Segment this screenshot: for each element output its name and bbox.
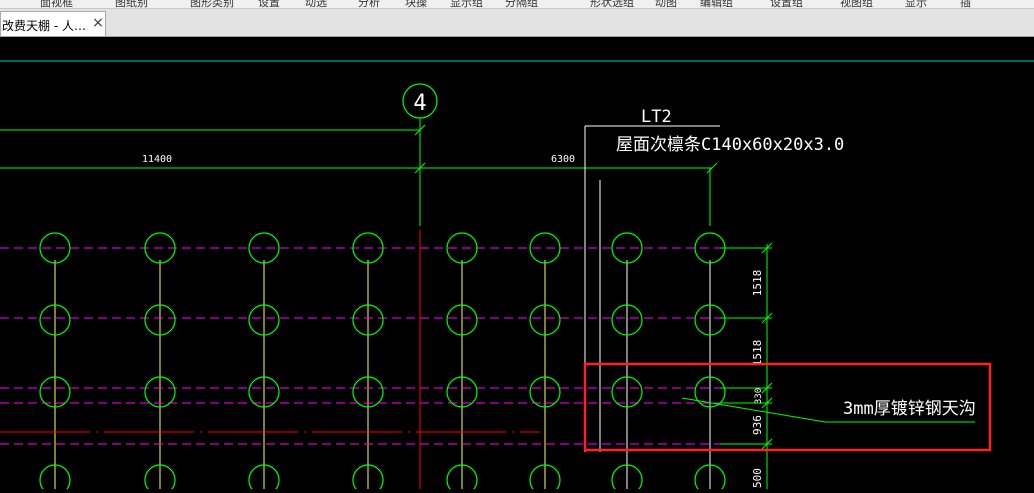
dimension-text: 1518	[751, 270, 764, 297]
document-tab-bar: 改费天棚 - 人… ×	[0, 9, 1034, 37]
dimension-text: 11400	[142, 154, 172, 165]
menu-item[interactable]: 显示组	[450, 0, 483, 8]
menu-item[interactable]: 动图	[655, 0, 677, 8]
menu-item[interactable]: 设置组	[770, 0, 803, 8]
menu-item[interactable]: 显示	[905, 0, 927, 8]
menu-item[interactable]: 形状选组	[590, 0, 634, 8]
annotation-text: 3mm厚镀锌钢天沟	[843, 399, 976, 419]
member-description: 屋面次檩条C140x60x20x3.0	[616, 135, 844, 155]
document-tab-label: 改费天棚 - 人…	[2, 19, 86, 33]
vertical-dimension: 1518 1518 330 936 500	[720, 242, 773, 489]
menu-item[interactable]: 编辑组	[700, 0, 733, 8]
dimension-text: 6300	[551, 154, 575, 165]
menu-item[interactable]: 面视框	[40, 0, 73, 8]
drawing-canvas[interactable]: 4 11400 6300 LT2 屋面次檩条C140x60x20x3.0 151…	[0, 37, 1034, 493]
dimension-text: 936	[751, 415, 764, 435]
menu-item[interactable]: 图纸别	[115, 0, 148, 8]
menu-item[interactable]: 视图组	[840, 0, 873, 8]
grid-lines	[0, 247, 770, 445]
purlin-lines	[54, 260, 711, 489]
menu-bar: 面视框 图纸别 图形类别 设置 动选 分析 块操 显示组 分隔组 形状选组 动图…	[0, 0, 1034, 9]
cad-drawing[interactable]: 4 11400 6300 LT2 屋面次檩条C140x60x20x3.0 151…	[0, 37, 1034, 493]
menu-item[interactable]: 分析	[358, 0, 380, 8]
dimension-text: 330	[754, 388, 764, 404]
axis-label: 4	[413, 91, 426, 116]
menu-item[interactable]: 分隔组	[505, 0, 538, 8]
dimension-text: 1518	[751, 340, 764, 367]
menu-item[interactable]: 块操	[405, 0, 427, 8]
document-tab[interactable]: 改费天棚 - 人… ×	[0, 11, 106, 36]
close-icon[interactable]: ×	[91, 15, 105, 31]
menu-item[interactable]: 插	[960, 0, 971, 8]
member-title: LT2	[641, 107, 672, 127]
menu-item[interactable]: 图形类别	[190, 0, 234, 8]
dimension-text: 500	[751, 468, 764, 488]
menu-item[interactable]: 设置	[258, 0, 280, 8]
menu-item[interactable]: 动选	[305, 0, 327, 8]
